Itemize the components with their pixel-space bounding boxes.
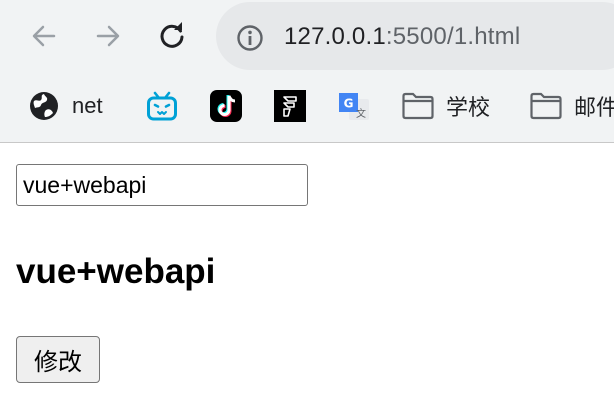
- url-path: :5500/1.html: [385, 23, 521, 50]
- bookmark-folder-school[interactable]: 学校: [402, 89, 490, 123]
- bookmark-folder-mail[interactable]: 邮件: [530, 89, 614, 123]
- forward-button[interactable]: [88, 16, 128, 56]
- bilibili-icon: [146, 90, 178, 122]
- bookmark-app-logo[interactable]: [274, 89, 306, 123]
- back-arrow-icon: [32, 25, 56, 47]
- url-host: 127.0.0.1: [284, 23, 386, 50]
- page-heading: vue+webapi: [16, 252, 216, 291]
- svg-text:G: G: [344, 97, 354, 111]
- tiktok-icon: [210, 90, 242, 122]
- text-input[interactable]: [16, 164, 308, 206]
- folder-icon: [530, 90, 562, 122]
- bookmarks-bar: net G 文 学校 邮件: [0, 72, 614, 143]
- folder-icon: [402, 90, 434, 122]
- address-bar[interactable]: 127.0.0.1:5500/1.html: [216, 2, 614, 70]
- page-content: vue+webapi 修改: [0, 143, 614, 406]
- google-translate-icon: G 文: [338, 90, 370, 122]
- edit-button[interactable]: 修改: [16, 336, 100, 383]
- bookmark-label-net: net: [72, 93, 103, 118]
- site-info-icon[interactable]: [236, 24, 264, 52]
- reload-icon: [160, 22, 184, 48]
- app-logo-icon: [274, 90, 306, 122]
- url-text[interactable]: 127.0.0.1:5500/1.html: [284, 22, 520, 52]
- bookmark-label-school: 学校: [446, 95, 491, 120]
- bookmark-bilibili[interactable]: [146, 89, 178, 123]
- reload-button[interactable]: [152, 16, 192, 56]
- bookmark-tiktok[interactable]: [210, 89, 242, 123]
- forward-arrow-icon: [96, 25, 120, 47]
- bookmark-google-translate[interactable]: G 文: [338, 89, 370, 123]
- svg-text:文: 文: [356, 107, 366, 120]
- bookmark-net[interactable]: net: [28, 89, 103, 123]
- bookmark-label-mail: 邮件: [574, 95, 614, 120]
- back-button[interactable]: [24, 16, 64, 56]
- globe-icon: [28, 90, 60, 122]
- browser-toolbar: 127.0.0.1:5500/1.html: [0, 0, 614, 72]
